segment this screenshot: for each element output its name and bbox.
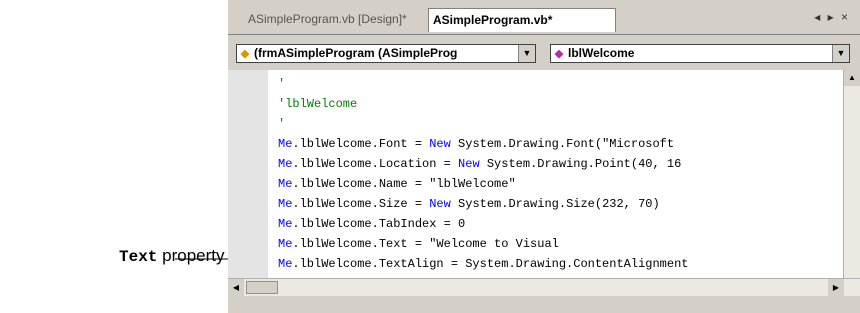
code-line[interactable]: ' bbox=[278, 114, 843, 134]
code-token: .lblWelcome.Location = bbox=[292, 157, 459, 171]
code-lines[interactable]: ''lblWelcome ' Me.lblWelcome.Font = New Sy… bbox=[278, 74, 843, 292]
class-dropdown-value: (frmASimpleProgram (ASimpleProg bbox=[254, 46, 458, 60]
code-line[interactable]: Me.lblWelcome.Location = New System.Draw… bbox=[278, 154, 843, 174]
method-dropdown-value: lblWelcome bbox=[568, 46, 635, 60]
code-token: New bbox=[429, 197, 451, 211]
scroll-right-icon[interactable]: ▶ bbox=[828, 279, 844, 296]
code-token: Me bbox=[278, 197, 293, 211]
horizontal-scrollbar[interactable]: ◀ ▶ bbox=[228, 278, 860, 296]
code-line[interactable]: Me.lblWelcome.TabIndex = 0 bbox=[278, 214, 843, 234]
code-line[interactable]: Me.lblWelcome.Font = New System.Drawing.… bbox=[278, 134, 843, 154]
code-token: New bbox=[429, 137, 451, 151]
scroll-left-icon[interactable]: ◀ bbox=[228, 279, 244, 296]
navigation-bar: ◆ (frmASimpleProgram (ASimpleProg ▼ ◆ lblW… bbox=[228, 38, 860, 68]
tab-navigation-controls[interactable]: ◂ ▸ × bbox=[814, 10, 850, 24]
code-line[interactable]: Me.lblWelcome.TextAlign = System.Drawing… bbox=[278, 254, 843, 274]
code-token: System.Drawing.Point(40, 16 bbox=[479, 157, 682, 171]
vertical-scrollbar[interactable]: ▲ ▼ bbox=[843, 70, 860, 296]
code-token: Me bbox=[278, 217, 293, 231]
code-token: System.Drawing.Size(232, 70) bbox=[450, 197, 660, 211]
code-token: .lblWelcome.TextAlign = System.Drawing.C… bbox=[292, 257, 689, 271]
code-line[interactable]: Me.lblWelcome.Text = "Welcome to Visual bbox=[278, 234, 843, 254]
code-token: .lblWelcome.Text = "Welcome to Visual bbox=[292, 237, 559, 251]
code-token: .lblWelcome.Name = "lblWelcome" bbox=[292, 177, 516, 191]
code-token: Me bbox=[278, 137, 293, 151]
code-token: .lblWelcome.Size = bbox=[292, 197, 430, 211]
code-token: Me bbox=[278, 257, 293, 271]
code-editor-window: ASimpleProgram.vb [Design]* ASimpleProgr… bbox=[228, 0, 860, 313]
code-token: Me bbox=[278, 177, 293, 191]
chevron-down-icon[interactable]: ▼ bbox=[518, 45, 535, 62]
scroll-up-icon[interactable]: ▲ bbox=[844, 70, 860, 86]
code-token: System.Drawing.Font("Microsoft bbox=[450, 137, 675, 151]
horizontal-scroll-thumb[interactable] bbox=[246, 281, 278, 294]
code-token: ' bbox=[278, 77, 286, 91]
class-name-dropdown[interactable]: ◆ (frmASimpleProgram (ASimpleProg ▼ bbox=[236, 44, 536, 63]
class-icon: ◆ bbox=[240, 48, 250, 60]
code-token: .lblWelcome.TabIndex = 0 bbox=[292, 217, 466, 231]
code-line[interactable]: ' bbox=[278, 74, 843, 94]
code-line[interactable]: Me.lblWelcome.Name = "lblWelcome" bbox=[278, 174, 843, 194]
code-token: .lblWelcome.Font = bbox=[292, 137, 430, 151]
field-icon: ◆ bbox=[554, 48, 564, 60]
chevron-down-icon[interactable]: ▼ bbox=[832, 45, 849, 62]
tab-code[interactable]: ASimpleProgram.vb* bbox=[428, 8, 616, 32]
callout-code-word: Text bbox=[119, 248, 158, 266]
code-line[interactable]: 'lblWelcome bbox=[278, 94, 843, 114]
code-token: 'lblWelcome bbox=[278, 97, 358, 111]
editor-gutter bbox=[228, 70, 268, 296]
code-token: ' bbox=[278, 117, 286, 131]
method-name-dropdown[interactable]: ◆ lblWelcome ▼ bbox=[550, 44, 850, 63]
code-line[interactable]: Me.lblWelcome.Size = New System.Drawing.… bbox=[278, 194, 843, 214]
code-token: New bbox=[458, 157, 480, 171]
code-area[interactable]: ''lblWelcome ' Me.lblWelcome.Font = New Sy… bbox=[228, 70, 860, 296]
code-token: Me bbox=[278, 237, 293, 251]
document-tabs: ASimpleProgram.vb [Design]* ASimpleProgr… bbox=[228, 0, 860, 35]
code-token: Me bbox=[278, 157, 293, 171]
tab-design[interactable]: ASimpleProgram.vb [Design]* bbox=[244, 8, 424, 32]
